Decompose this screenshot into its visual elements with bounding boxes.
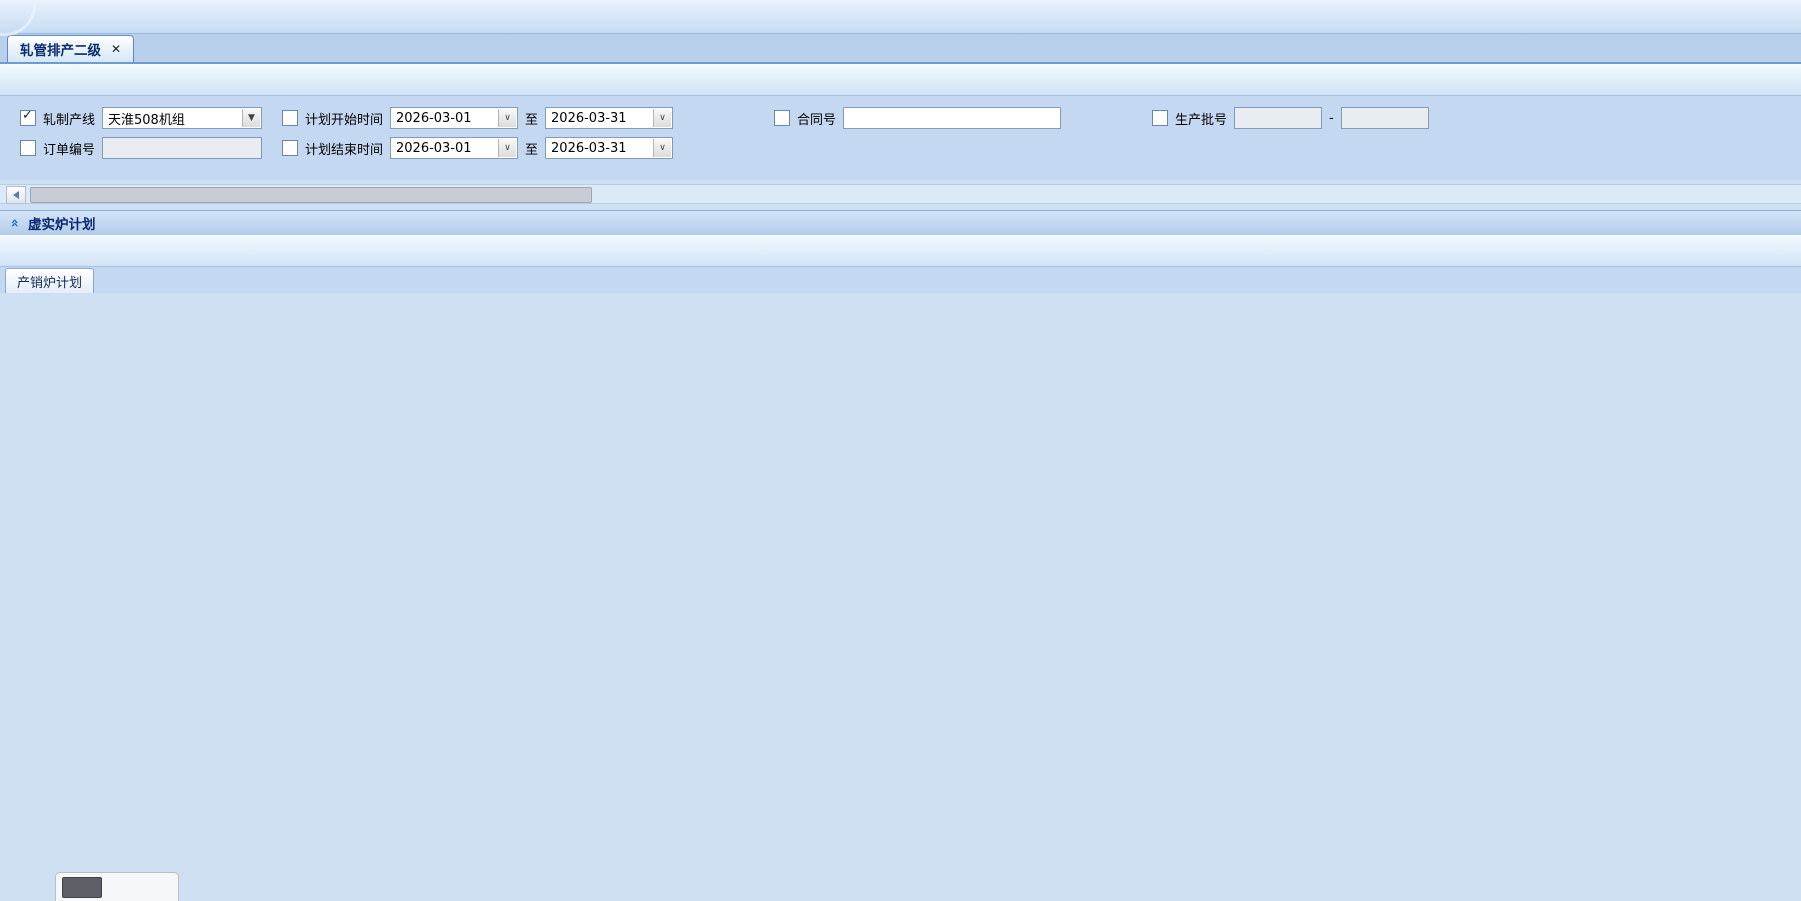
chevron-down-icon[interactable]: ∨ <box>653 139 671 157</box>
batch-label: 生产批号 <box>1175 109 1227 128</box>
order-no-label: 订单编号 <box>43 139 95 158</box>
tab-bar: 轧管排产二级 ✕ <box>0 34 1801 64</box>
chevron-down-icon[interactable]: ∨ <box>498 139 516 157</box>
app-window: 轧管排产二级 ✕ 轧制产线 天淮508机组 ▼ 计划开始时间 2026-03-0… <box>0 0 1801 901</box>
contract-input[interactable] <box>843 107 1061 129</box>
tab-rolling-schedule[interactable]: 轧管排产二级 ✕ <box>7 35 134 62</box>
scroll-left-button[interactable] <box>6 186 26 204</box>
tab-title: 轧管排产二级 <box>20 39 101 59</box>
plan-start-from-date[interactable]: 2026-03-01 ∨ <box>390 107 518 129</box>
date-joiner-label: 至 <box>525 139 538 158</box>
plan-end-to-date[interactable]: 2026-03-31 ∨ <box>545 137 673 159</box>
scrollbar-thumb[interactable] <box>30 187 592 203</box>
filter-plan-end: 计划结束时间 2026-03-01 ∨ 至 2026-03-31 ∨ <box>282 137 718 159</box>
tab-furnace-plan[interactable]: 产销炉计划 <box>5 268 94 293</box>
batch-from-input[interactable] <box>1234 107 1322 129</box>
batch-dash-label: - <box>1329 111 1334 126</box>
filter-row-1: 轧制产线 天淮508机组 ▼ 计划开始时间 2026-03-01 ∨ 至 202… <box>20 104 1801 132</box>
chevron-down-icon[interactable]: ∨ <box>498 109 516 127</box>
plan-end-from-date[interactable]: 2026-03-01 ∨ <box>390 137 518 159</box>
filter-rolling-line: 轧制产线 天淮508机组 ▼ <box>20 107 282 129</box>
horizontal-scrollbar[interactable] <box>0 184 1801 204</box>
contract-checkbox[interactable] <box>774 110 790 126</box>
rolling-line-checkbox[interactable] <box>20 110 36 126</box>
plan-end-label: 计划结束时间 <box>305 139 383 158</box>
rolling-line-value: 天淮508机组 <box>108 109 185 128</box>
close-icon[interactable]: ✕ <box>111 42 121 56</box>
plan-start-label: 计划开始时间 <box>305 109 383 128</box>
plan-start-to-value: 2026-03-31 <box>551 111 627 126</box>
filter-batch: 生产批号 - <box>1152 107 1429 129</box>
main-toolbar <box>0 64 1801 96</box>
filter-order-no: 订单编号 <box>20 137 282 159</box>
batch-to-input[interactable] <box>1341 107 1429 129</box>
plan-end-checkbox[interactable] <box>282 140 298 156</box>
bottom-left-widget[interactable] <box>55 872 179 901</box>
filter-contract: 合同号 <box>774 107 1152 129</box>
contract-label: 合同号 <box>797 109 836 128</box>
plan-end-from-value: 2026-03-01 <box>396 141 472 156</box>
menu-bar <box>0 0 1801 34</box>
order-no-input[interactable] <box>102 137 262 159</box>
batch-checkbox[interactable] <box>1152 110 1168 126</box>
scroll-left-icon <box>13 191 19 199</box>
rolling-line-select[interactable]: 天淮508机组 ▼ <box>102 107 262 129</box>
filter-panel: 轧制产线 天淮508机组 ▼ 计划开始时间 2026-03-01 ∨ 至 202… <box>0 96 1801 180</box>
collapse-icon[interactable]: « <box>7 218 23 227</box>
date-joiner-label: 至 <box>525 109 538 128</box>
plan-start-checkbox[interactable] <box>282 110 298 126</box>
filter-row-2: 订单编号 计划结束时间 2026-03-01 ∨ 至 2026-03-31 ∨ <box>20 134 1801 162</box>
plan-end-to-value: 2026-03-31 <box>551 141 627 156</box>
filter-plan-start: 计划开始时间 2026-03-01 ∨ 至 2026-03-31 ∨ <box>282 107 718 129</box>
plan-start-to-date[interactable]: 2026-03-31 ∨ <box>545 107 673 129</box>
bottom-left-widget-thumbnail <box>62 877 102 898</box>
furnace-toolbar <box>0 235 1801 267</box>
plan-start-from-value: 2026-03-01 <box>396 111 472 126</box>
chevron-down-icon[interactable]: ∨ <box>653 109 671 127</box>
furnace-panel-header: « 虚实炉计划 <box>0 210 1801 235</box>
furnace-panel-title: 虚实炉计划 <box>28 213 96 233</box>
order-no-checkbox[interactable] <box>20 140 36 156</box>
chevron-down-icon[interactable]: ▼ <box>242 109 260 127</box>
rolling-line-label: 轧制产线 <box>43 109 95 128</box>
furnace-tab-bar: 产销炉计划 <box>0 267 1801 293</box>
